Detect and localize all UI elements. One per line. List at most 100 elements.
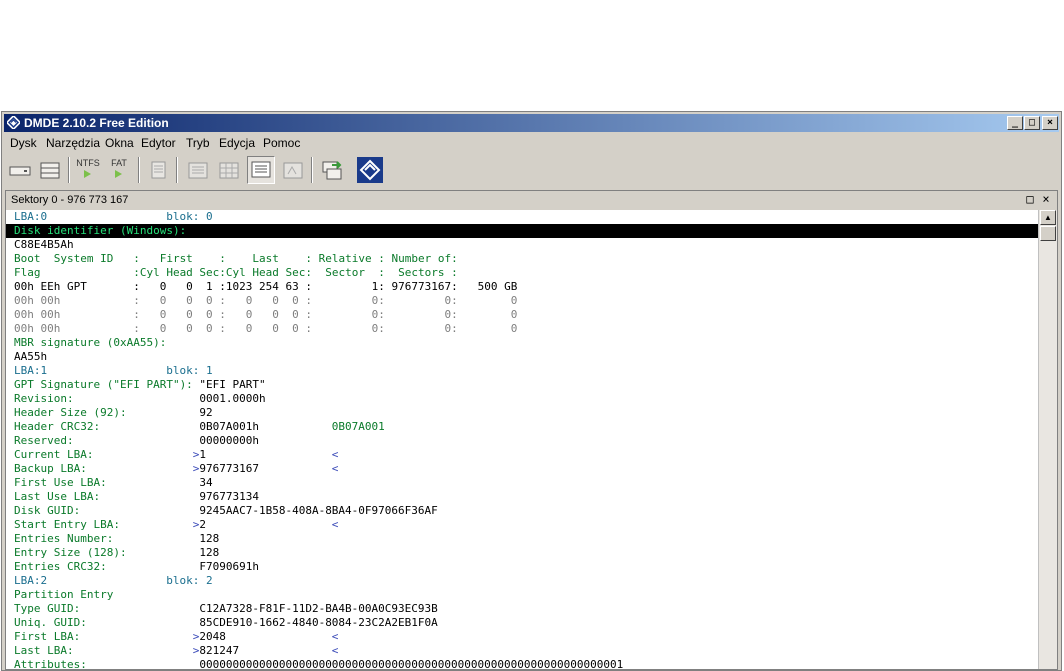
sector-line[interactable]: Type GUID: C12A7328-F81F-11D2-BA4B-00A0C9…: [6, 602, 1039, 616]
sector-line[interactable]: C88E4B5Ah: [6, 238, 1039, 252]
sector-text: >: [192, 462, 200, 475]
sector-text: First LBA:: [14, 630, 81, 643]
toolbar-separator: [138, 157, 140, 183]
sector-text: 976773167: [199, 462, 259, 475]
sector-line[interactable]: MBR signature (0xAA55):: [6, 336, 1039, 350]
panel-maximize-button[interactable]: □: [1023, 192, 1037, 206]
sector-panel: Sektory 0 - 976 773 167 □ × LBA:0 blok: 0…: [5, 190, 1058, 670]
panel-close-button[interactable]: ×: [1039, 192, 1053, 206]
sector-text: Reserved:: [14, 434, 74, 447]
sector-line[interactable]: GPT Signature ("EFI PART"): "EFI PART": [6, 378, 1039, 392]
sector-text: >: [192, 518, 200, 531]
sector-text: 128: [199, 546, 220, 559]
copy-sectors-icon[interactable]: [318, 156, 346, 184]
sector-text: blok: 1: [166, 364, 213, 377]
sector-text: >: [192, 644, 200, 657]
sector-text: C12A7328-F81F-11D2-BA4B-00A0C93EC93B: [199, 602, 438, 615]
hex-view-icon[interactable]: [184, 156, 212, 184]
sector-text: 00h EEh GPT : 0 0 1 :1023 254 63 : 1: 97…: [14, 280, 518, 293]
sector-line[interactable]: Disk identifier (Windows):: [6, 224, 1039, 238]
play-icon: [115, 170, 122, 178]
sector-line[interactable]: Entry Size (128): 128: [6, 546, 1039, 560]
table-view-icon[interactable]: [215, 156, 243, 184]
minimize-button[interactable]: _: [1007, 116, 1023, 130]
sector-text: Disk identifier (Windows):: [14, 224, 187, 237]
sector-line[interactable]: Last LBA: >821247 <: [6, 644, 1039, 658]
dmde-logo-icon[interactable]: [355, 156, 385, 184]
sector-line[interactable]: Header Size (92): 92: [6, 406, 1039, 420]
sector-line[interactable]: Entries CRC32: F7090691h: [6, 560, 1039, 574]
sector-line[interactable]: Partition Entry: [6, 588, 1039, 602]
sector-text: blok: 2: [166, 574, 213, 587]
sector-text: 0000000000000000000000000000000000000000…: [199, 658, 624, 669]
menu-okna[interactable]: Okna: [105, 135, 134, 151]
vertical-scrollbar[interactable]: ▲: [1038, 210, 1057, 669]
menu-narzedzia[interactable]: Narzędzia: [46, 135, 100, 151]
sector-line[interactable]: First LBA: >2048 <: [6, 630, 1039, 644]
sector-line[interactable]: First Use LBA: 34: [6, 476, 1039, 490]
sector-text: First Use LBA:: [14, 476, 107, 489]
menu-pomoc[interactable]: Pomoc: [263, 135, 300, 151]
sector-line[interactable]: Flag :Cyl Head Sec:Cyl Head Sec: Sector …: [6, 266, 1039, 280]
sector-text: 34: [199, 476, 213, 489]
sector-text: Backup LBA:: [14, 462, 87, 475]
sector-line[interactable]: Attributes: 00000000000000000000000000000…: [6, 658, 1039, 669]
maximize-button[interactable]: □: [1024, 116, 1040, 130]
sector-line[interactable]: LBA:0 blok: 0: [6, 210, 1039, 224]
sector-line[interactable]: 00h 00h : 0 0 0 : 0 0 0 : 0: 0: 0: [6, 322, 1039, 336]
sector-line[interactable]: 00h 00h : 0 0 0 : 0 0 0 : 0: 0: 0: [6, 308, 1039, 322]
menu-tryb[interactable]: Tryb: [186, 135, 210, 151]
sector-line[interactable]: AA55h: [6, 350, 1039, 364]
sector-text: LBA:0: [14, 210, 48, 223]
sector-line[interactable]: Entries Number: 128: [6, 532, 1039, 546]
sector-line[interactable]: Backup LBA: >976773167 <: [6, 462, 1039, 476]
menu-edycja[interactable]: Edycja: [219, 135, 255, 151]
sector-line[interactable]: Header CRC32: 0B07A001h 0B07A001: [6, 420, 1039, 434]
sector-line[interactable]: Revision: 0001.0000h: [6, 392, 1039, 406]
title-bar[interactable]: DMDE 2.10.2 Free Edition _ □ ×: [4, 114, 1059, 132]
close-button[interactable]: ×: [1042, 116, 1058, 130]
sector-text-view[interactable]: LBA:0 blok: 0 Disk identifier (Windows): C8…: [6, 210, 1039, 669]
sector-text: 0001.0000h: [199, 392, 266, 405]
sector-text: LBA:1: [14, 364, 48, 377]
sector-text: Disk GUID:: [14, 504, 81, 517]
sector-text: Revision:: [14, 392, 74, 405]
sector-text: MBR signature (0xAA55):: [14, 336, 167, 349]
sector-text: blok: 0: [166, 210, 213, 223]
sector-text: 2: [199, 518, 206, 531]
scroll-up-icon[interactable]: ▲: [1040, 210, 1056, 225]
sector-text: 1: [199, 448, 206, 461]
menu-edytor[interactable]: Edytor: [141, 135, 176, 151]
sector-line[interactable]: Disk GUID: 9245AAC7-1B58-408A-8BA4-0F9706…: [6, 504, 1039, 518]
sector-line[interactable]: Start Entry LBA: >2 <: [6, 518, 1039, 532]
sector-line[interactable]: Boot System ID : First : Last : Relative…: [6, 252, 1039, 266]
sector-line[interactable]: LBA:1 blok: 1: [6, 364, 1039, 378]
fat-open-icon[interactable]: FAT: [105, 156, 133, 184]
ntfs-open-icon[interactable]: NTFS: [74, 156, 102, 184]
menu-dysk[interactable]: Dysk: [10, 135, 37, 151]
sector-line[interactable]: 00h 00h : 0 0 0 : 0 0 0 : 0: 0: 0: [6, 294, 1039, 308]
sector-line[interactable]: LBA:2 blok: 2: [6, 574, 1039, 588]
sector-text: Current LBA:: [14, 448, 94, 461]
sector-text: 00000000h: [199, 434, 259, 447]
fat-label: FAT: [111, 158, 127, 168]
sector-line[interactable]: Current LBA: >1 <: [6, 448, 1039, 462]
document-icon[interactable]: [144, 156, 172, 184]
panel-title: Sektory 0 - 976 773 167: [11, 194, 129, 206]
sector-line[interactable]: Reserved: 00000000h: [6, 434, 1039, 448]
text-view-icon[interactable]: [247, 156, 275, 184]
sector-text: 2048: [199, 630, 226, 643]
sector-line[interactable]: 00h EEh GPT : 0 0 1 :1023 254 63 : 1: 97…: [6, 280, 1039, 294]
ntfs-label: NTFS: [76, 158, 100, 168]
scroll-thumb[interactable]: [1040, 226, 1056, 241]
sector-text: Uniq. GUID:: [14, 616, 87, 629]
menu-bar: Dysk Narzędzia Okna Edytor Tryb Edycja P…: [4, 134, 1059, 152]
sector-line[interactable]: Last Use LBA: 976773134: [6, 490, 1039, 504]
sector-line[interactable]: Uniq. GUID: 85CDE910-1662-4840-8084-23C2A…: [6, 616, 1039, 630]
sector-text: >: [192, 630, 200, 643]
partitions-icon[interactable]: [36, 156, 64, 184]
sector-text: <: [331, 462, 339, 475]
template-icon[interactable]: [279, 156, 307, 184]
sector-text: <: [331, 448, 339, 461]
drive-icon[interactable]: [6, 156, 34, 184]
